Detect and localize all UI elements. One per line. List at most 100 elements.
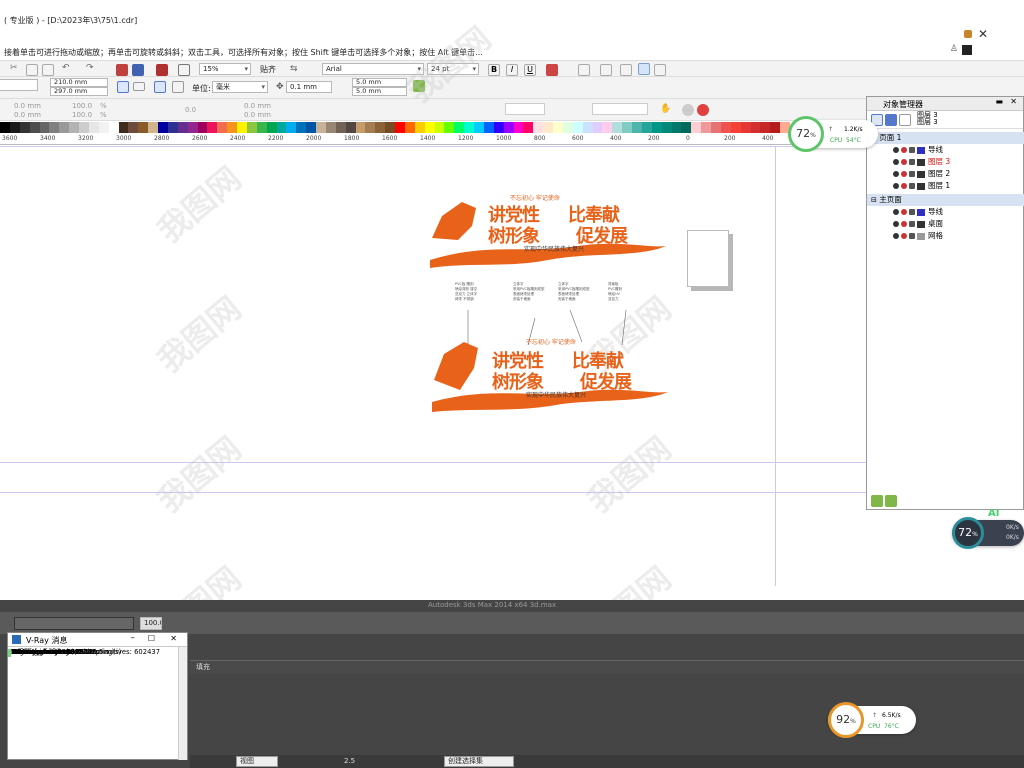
cut-icon[interactable]: ✂: [10, 63, 22, 75]
spec-block-1[interactable]: PVC板 雕刻 喷绘背胶 镂空 亚克力 立体字 烤漆 不锈钢: [455, 282, 477, 302]
bottom-banner-design[interactable]: 不忘初心 牢记使命 讲党性 比奉献 树形象 促发展 实现中华民族伟大复兴: [430, 332, 670, 412]
palette-swatch[interactable]: [207, 122, 218, 133]
palette-swatch[interactable]: [434, 122, 445, 133]
close-icon[interactable]: ✕: [170, 634, 177, 643]
eye-icon[interactable]: [893, 159, 899, 165]
app-launcher-icon[interactable]: [178, 64, 190, 76]
palette-swatch[interactable]: [375, 122, 386, 133]
palette-swatch[interactable]: [237, 122, 247, 133]
paste-icon[interactable]: [42, 64, 54, 76]
layer-row[interactable]: 网格: [867, 230, 1024, 242]
lock-icon[interactable]: [909, 221, 915, 227]
palette-swatch[interactable]: [503, 122, 514, 133]
all-pages-icon[interactable]: [154, 81, 166, 93]
palette-swatch[interactable]: [740, 122, 751, 133]
palette-swatch[interactable]: [562, 122, 573, 133]
vray-scrollbar[interactable]: [178, 647, 187, 760]
palette-swatch[interactable]: [691, 122, 702, 133]
minimize-icon[interactable]: –: [131, 633, 136, 643]
lock-icon[interactable]: [909, 183, 915, 189]
palette-swatch[interactable]: [187, 122, 198, 133]
text-frame-icon[interactable]: [600, 64, 612, 76]
network-monitor-widget[interactable]: 72% ↑ 1.2K/s CPU 54°C: [788, 116, 878, 152]
eye-icon[interactable]: [893, 183, 899, 189]
eye-icon[interactable]: [893, 147, 899, 153]
top-banner-design[interactable]: 不忘初心 牢记使命 讲党性 比奉献 树形象 促发展 实现中华民族伟大复兴: [428, 190, 668, 270]
palette-swatch[interactable]: [108, 122, 119, 133]
network-monitor-widget-dark[interactable]: 72% AI 0K/s 0K/s: [952, 508, 1024, 549]
import-icon[interactable]: [116, 64, 128, 76]
minimize-icon[interactable]: ▬: [995, 97, 1003, 106]
page-height-input[interactable]: 297.0 mm: [50, 87, 108, 96]
layer-row[interactable]: 导线: [867, 144, 1024, 156]
palette-swatch[interactable]: [661, 122, 672, 133]
palette-swatch[interactable]: [158, 122, 168, 133]
pos-y-value[interactable]: 0.0 mm: [14, 111, 41, 119]
palette-swatch[interactable]: [325, 122, 336, 133]
palette-swatch[interactable]: [306, 122, 316, 133]
palette-swatch[interactable]: [276, 122, 287, 133]
palette-swatch[interactable]: [750, 122, 761, 133]
palette-swatch[interactable]: [513, 122, 524, 133]
palette-swatch[interactable]: [177, 122, 188, 133]
spec-block-2[interactable]: 立体字 采用PVC板雕刻成型 表面烤漆处理 安装于墙面: [513, 282, 544, 302]
palette-swatch[interactable]: [602, 122, 613, 133]
palette-swatch[interactable]: [533, 122, 544, 133]
palette-swatch[interactable]: [592, 122, 603, 133]
close-icon[interactable]: ✕: [978, 27, 988, 41]
eye-icon[interactable]: [893, 221, 899, 227]
palette-swatch[interactable]: [720, 122, 731, 133]
collapse-icon[interactable]: ⊟: [871, 196, 877, 204]
network-monitor-widget-2[interactable]: 92% ↑ 6.5K/s CPU 76°C: [828, 702, 916, 738]
paper-type-select[interactable]: [0, 79, 38, 91]
palette-swatch[interactable]: [217, 122, 228, 133]
palette-swatch[interactable]: [167, 122, 178, 133]
page-1-row[interactable]: ⊟ 页面 1: [867, 132, 1024, 144]
page-preview[interactable]: [687, 230, 729, 287]
outline-color-swatch[interactable]: [962, 45, 972, 55]
palette-swatch[interactable]: [59, 122, 70, 133]
lock-icon[interactable]: [909, 171, 915, 177]
max-select[interactable]: [14, 617, 134, 630]
close-icon[interactable]: ✕: [1010, 97, 1017, 106]
palette-swatch[interactable]: [493, 122, 504, 133]
palette-swatch[interactable]: [266, 122, 277, 133]
new-master-layer-icon[interactable]: [885, 495, 897, 507]
scale-y-value[interactable]: 100.0: [72, 111, 92, 119]
print-icon[interactable]: [901, 147, 907, 153]
rotation-angle-value[interactable]: 0.0: [185, 106, 196, 114]
palette-swatch[interactable]: [69, 122, 79, 133]
page-width-input[interactable]: 210.0 mm: [50, 78, 108, 87]
lock-icon[interactable]: [909, 147, 915, 153]
pos-x-value[interactable]: 0.0 mm: [14, 102, 41, 110]
lock-icon[interactable]: [909, 233, 915, 239]
palette-swatch[interactable]: [148, 122, 158, 133]
palette-swatch[interactable]: [365, 122, 376, 133]
fill-icon[interactable]: [682, 104, 694, 116]
selection-set-select[interactable]: 创建选择集: [444, 756, 514, 767]
pen-icon[interactable]: ♙: [950, 44, 958, 54]
view-select[interactable]: 视图: [236, 756, 278, 767]
landscape-icon[interactable]: [133, 82, 145, 91]
palette-swatch[interactable]: [641, 122, 652, 133]
eye-icon[interactable]: [893, 209, 899, 215]
palette-swatch[interactable]: [118, 122, 129, 133]
palette-swatch[interactable]: [9, 122, 20, 133]
outline-width-select[interactable]: [505, 103, 545, 115]
fill-tab[interactable]: 填充: [196, 662, 210, 672]
palette-swatch[interactable]: [770, 122, 781, 133]
palette-swatch[interactable]: [474, 122, 484, 133]
palette-swatch[interactable]: [98, 122, 109, 133]
current-page-icon[interactable]: [172, 81, 184, 93]
style-select[interactable]: [592, 103, 648, 115]
new-layer-icon[interactable]: [871, 495, 883, 507]
print-icon[interactable]: [901, 221, 907, 227]
palette-swatch[interactable]: [730, 122, 741, 133]
palette-swatch[interactable]: [29, 122, 40, 133]
undo-icon[interactable]: ↶: [62, 63, 74, 75]
columns-icon[interactable]: [654, 64, 666, 76]
palette-swatch[interactable]: [444, 122, 455, 133]
maximize-icon[interactable]: ☐: [148, 634, 155, 643]
layer-row[interactable]: 图层 2: [867, 168, 1024, 180]
palette-swatch[interactable]: [79, 122, 89, 133]
